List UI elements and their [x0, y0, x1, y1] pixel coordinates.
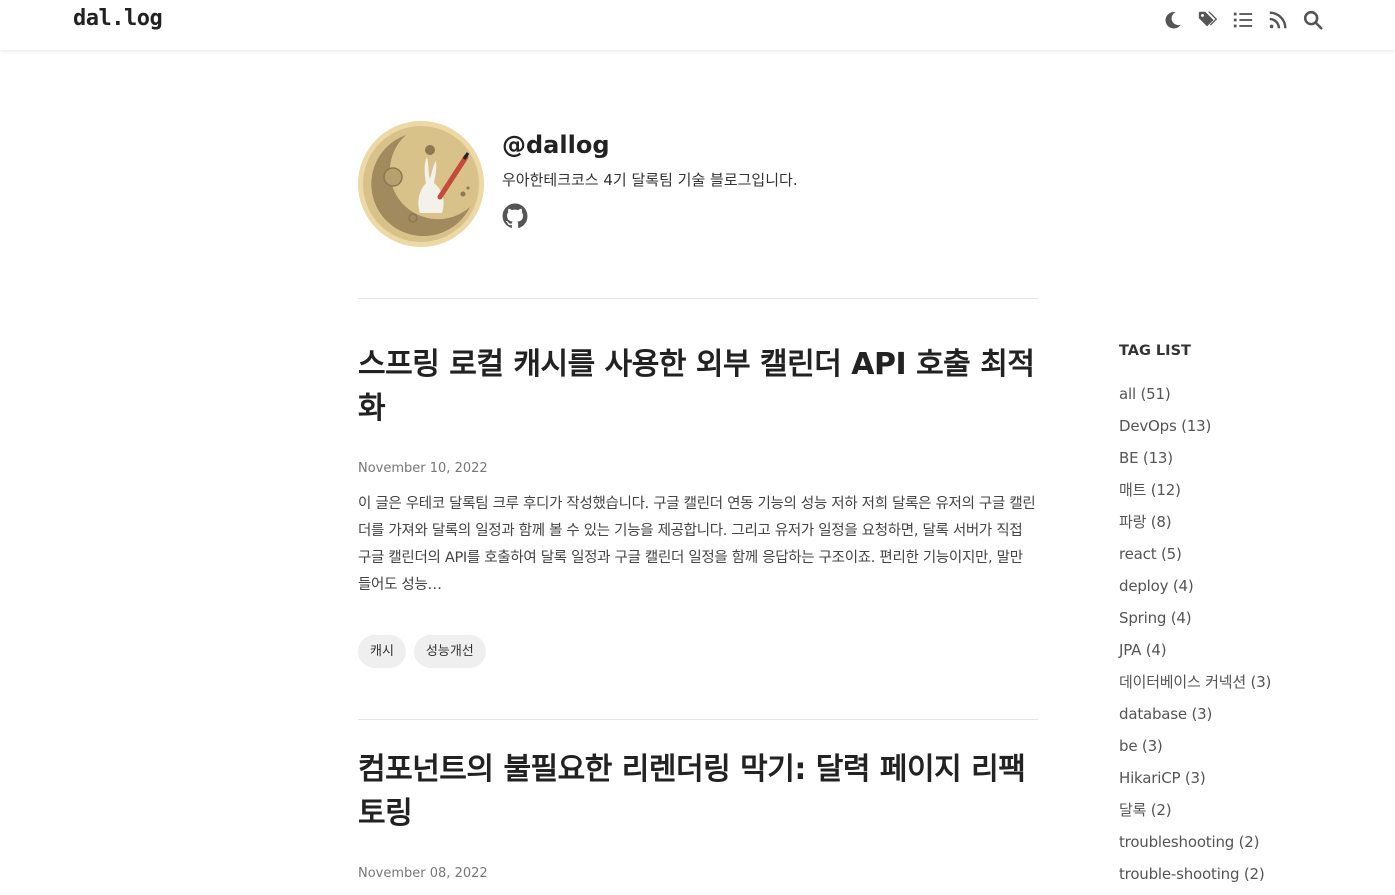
list-icon[interactable] — [1231, 8, 1255, 32]
tag-list-item[interactable]: 파랑 (8) — [1119, 511, 1349, 543]
divider — [358, 298, 1038, 299]
tag-list-item[interactable]: 달록 (2) — [1119, 799, 1349, 831]
tag-list-item[interactable]: trouble-shooting (2) — [1119, 863, 1349, 895]
tag-list-item[interactable]: react (5) — [1119, 543, 1349, 575]
avatar — [358, 121, 484, 247]
post-excerpt: 이 글은 우테코 달록팀 크루 후디가 작성했습니다. 구글 캘린더 연동 기능… — [358, 496, 1036, 593]
post-title[interactable]: 스프링 로컬 캐시를 사용한 외부 캘린더 API 호출 최적화 — [358, 343, 1038, 431]
tag-list-item[interactable]: 데이터베이스 커넥션 (3) — [1119, 671, 1349, 703]
tags-icon[interactable] — [1196, 8, 1220, 32]
tag-list-item[interactable]: be (3) — [1119, 735, 1349, 767]
tag-list-items: all (51) DevOps (13) BE (13) 매트 (12) 파랑 … — [1119, 383, 1349, 895]
bio-description: 우아한테크코스 4기 달록팀 기술 블로그입니다. — [502, 171, 798, 189]
search-icon[interactable] — [1301, 8, 1325, 32]
tag-list-item[interactable]: 매트 (12) — [1119, 479, 1349, 511]
tag-list-item[interactable]: HikariCP (3) — [1119, 767, 1349, 799]
rss-icon[interactable] — [1266, 8, 1290, 32]
tag-chip[interactable]: 성능개선 — [413, 635, 486, 668]
tag-list-item[interactable]: database (3) — [1119, 703, 1349, 735]
tag-chip[interactable]: 캐시 — [358, 635, 406, 668]
post-title[interactable]: 컴포넌트의 불필요한 리렌더링 막기: 달력 페이지 리팩토링 — [358, 748, 1038, 836]
tag-list: TAG LIST all (51) DevOps (13) BE (13) 매트… — [1119, 343, 1349, 895]
github-icon[interactable] — [502, 203, 528, 229]
tag-list-item[interactable]: all (51) — [1119, 383, 1349, 415]
tag-list-item[interactable]: BE (13) — [1119, 447, 1349, 479]
tag-list-item[interactable]: deploy (4) — [1119, 575, 1349, 607]
tag-list-title: TAG LIST — [1119, 343, 1191, 359]
post-tags: 캐시 성능개선 — [358, 635, 1038, 668]
top-header: dal.log — [0, 0, 1395, 50]
post-item: 컴포넌트의 불필요한 리렌더링 막기: 달력 페이지 리팩토링 November… — [358, 748, 1038, 881]
bio-name: @dallog — [502, 131, 610, 159]
tag-list-item[interactable]: JPA (4) — [1119, 639, 1349, 671]
post-date: November 10, 2022 — [358, 461, 488, 476]
tag-list-item[interactable]: Spring (4) — [1119, 607, 1349, 639]
bio-section: @dallog 우아한테크코스 4기 달록팀 기술 블로그입니다. — [358, 121, 1038, 247]
tag-list-item[interactable]: troubleshooting (2) — [1119, 831, 1349, 863]
header-nav — [1161, 8, 1325, 32]
post-date: November 08, 2022 — [358, 866, 488, 881]
post-item: 스프링 로컬 캐시를 사용한 외부 캘린더 API 호출 최적화 Novembe… — [358, 343, 1038, 668]
site-logo[interactable]: dal.log — [73, 6, 163, 31]
moon-icon[interactable] — [1161, 8, 1185, 32]
divider — [358, 719, 1038, 720]
tag-list-item[interactable]: DevOps (13) — [1119, 415, 1349, 447]
